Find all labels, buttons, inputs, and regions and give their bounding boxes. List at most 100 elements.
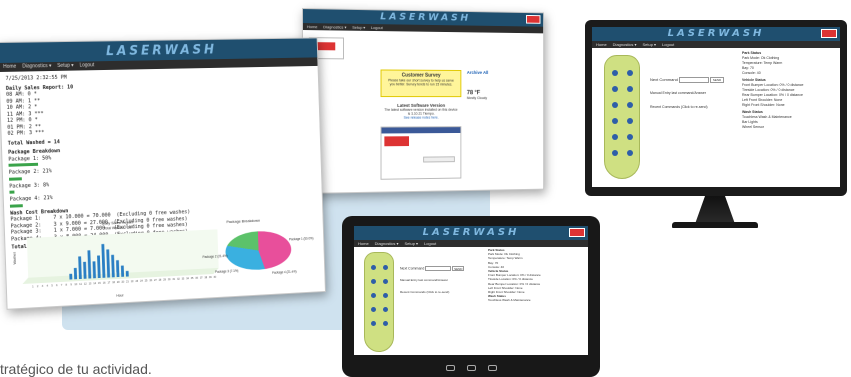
nav-bar: Home Diagnostics ▾ Setup ▾ Logout (354, 240, 588, 247)
nav-diagnostics[interactable]: Diagnostics ▾ (22, 62, 51, 71)
chart-tick-label: 3 (42, 285, 44, 288)
chart-tick-label: 31 (172, 278, 175, 281)
remote-button-icon[interactable] (612, 86, 618, 92)
home-icon[interactable] (466, 365, 476, 371)
back-icon[interactable] (445, 365, 455, 371)
caption-text: tratégico de tu actividad. (0, 361, 152, 377)
nav-logout[interactable]: Logout (424, 240, 436, 247)
next-command-label: Next Command (400, 266, 425, 271)
send-button[interactable]: SEND (710, 77, 725, 83)
package-value: 8% (42, 181, 50, 188)
chart-tick-label: 5 (51, 284, 53, 287)
remote-button-icon[interactable] (627, 102, 633, 108)
chart-tick-label: 35 (191, 277, 194, 280)
chart-tick-label: 20 (122, 281, 125, 284)
remote-button-icon[interactable] (371, 279, 376, 284)
remote-button-icon[interactable] (612, 150, 618, 156)
survey-line-2: you better. Survey tends to run 15 minut… (389, 82, 453, 87)
next-command-label: Next Command (650, 77, 678, 83)
chart-tick-label: 28 (159, 279, 162, 282)
nav-logout[interactable]: Logout (79, 61, 94, 70)
remote-button-icon[interactable] (612, 118, 618, 124)
sensor-line: Wheel Sensor (742, 125, 764, 129)
remote-button-icon[interactable] (383, 307, 388, 312)
remote-button-icon[interactable] (627, 86, 633, 92)
chart-tick-label: 33 (182, 277, 185, 280)
remote-button-icon[interactable] (371, 307, 376, 312)
sales-chart-svg: Daily Sales Report Total Washes = 14 123… (13, 219, 219, 298)
nav-diagnostics[interactable]: Diagnostics ▾ (375, 240, 399, 247)
chart-tick-label: 16 (103, 282, 106, 285)
remote-button-icon[interactable] (627, 134, 633, 140)
nav-home[interactable]: Home (358, 240, 369, 247)
remote-button-icon[interactable] (371, 265, 376, 270)
chart-xlabel: Hour (116, 293, 124, 297)
status-panel: Park Status Park Mode: Ok Clothing Tempe… (742, 51, 837, 130)
website-window: LASERWASH Home Diagnostics ▾ Setup ▾ Log… (302, 8, 545, 194)
nav-diagnostics[interactable]: Diagnostics ▾ (613, 41, 637, 48)
chart-tick-label: 6 (56, 284, 58, 287)
chart-tick-label: 30 (168, 278, 171, 281)
software-release-link[interactable]: See release notes here. (382, 116, 459, 120)
nav-setup[interactable]: Setup ▾ (352, 24, 365, 31)
nav-setup[interactable]: Setup ▾ (57, 62, 74, 71)
remote-image (364, 252, 394, 352)
remote-button-icon[interactable] (383, 265, 388, 270)
chart-tick-label: 25 (145, 279, 148, 282)
nav-home[interactable]: Home (596, 41, 607, 48)
chart-tick-label: 32 (177, 278, 180, 281)
tablet-screen: LASERWASH Home Diagnostics ▾ Setup ▾ Log… (354, 226, 588, 355)
brand-logo-icon (315, 42, 336, 51)
remote-button-icon[interactable] (627, 118, 633, 124)
software-box: Latest Software Version The latest softw… (380, 101, 462, 125)
chart-tick-label: 24 (140, 280, 143, 283)
chart-tick-label: 29 (163, 278, 166, 281)
next-command-input[interactable] (425, 266, 452, 271)
recent-commands-label: Recent Commands (Click to re-send) (650, 105, 708, 109)
remote-button-icon[interactable] (612, 134, 618, 140)
hour-list: 08 AM: 0 * 09 AM: 1 ** 10 AM: 2 * 11 AM:… (6, 85, 314, 137)
send-button[interactable]: SEND (452, 266, 465, 271)
nav-home[interactable]: Home (307, 23, 317, 30)
remote-button-icon[interactable] (612, 102, 618, 108)
chart-tick-label: 2 (37, 285, 39, 288)
weather-desc: Mostly Cloudy (466, 96, 488, 101)
sales-chart: Daily Sales Report Total Washes = 14 123… (11, 214, 224, 305)
survey-box[interactable]: Customer Survey Please take our short su… (380, 69, 462, 98)
chart-bar (92, 261, 96, 279)
recent-apps-icon[interactable] (487, 365, 497, 371)
package-value: 21% (43, 195, 53, 202)
social-logo-icon (384, 136, 410, 147)
remote-button-icon[interactable] (371, 293, 376, 298)
social-button[interactable] (423, 156, 455, 163)
nav-setup[interactable]: Setup ▾ (404, 240, 418, 247)
pie-label: Package 3 (7.1%) (215, 268, 239, 274)
chart-subtitle: Total Washes = 14 (104, 225, 132, 230)
package-list: Package 1: 50% Package 2: 21% Package 3:… (8, 146, 316, 208)
remote-button-icon[interactable] (612, 70, 618, 76)
remote-button-icon[interactable] (383, 321, 388, 326)
header-bar: LASERWASH (354, 226, 588, 240)
remote-button-icon[interactable] (383, 293, 388, 298)
chart-tick-label: 39 (209, 276, 212, 279)
chart-tick-label: 11 (79, 283, 82, 286)
remote-button-icon[interactable] (383, 279, 388, 284)
chart-tick-label: 38 (204, 276, 207, 279)
nav-diagnostics[interactable]: Diagnostics ▾ (323, 23, 346, 30)
nav-logout[interactable]: Logout (371, 24, 383, 31)
tablet-device: LASERWASH Home Diagnostics ▾ Setup ▾ Log… (342, 216, 600, 377)
chart-tick-label: 34 (186, 277, 189, 280)
remote-button-icon[interactable] (627, 150, 633, 156)
nav-setup[interactable]: Setup ▾ (642, 41, 656, 48)
nav-bar: Home Diagnostics ▾ Setup ▾ Logout (592, 41, 840, 48)
manual-entry-label: Manual Entry last command/Answer (400, 278, 449, 282)
remote-button-icon[interactable] (627, 70, 633, 76)
nav-home[interactable]: Home (3, 63, 16, 72)
package-label: Package 3: (9, 182, 41, 190)
nav-logout[interactable]: Logout (662, 41, 674, 48)
chart-tick-label: 13 (89, 282, 92, 285)
next-command-input[interactable] (678, 77, 709, 83)
chart-tick-label: 12 (84, 283, 87, 286)
archive-title[interactable]: Archive All (467, 70, 522, 75)
remote-button-icon[interactable] (371, 321, 376, 326)
